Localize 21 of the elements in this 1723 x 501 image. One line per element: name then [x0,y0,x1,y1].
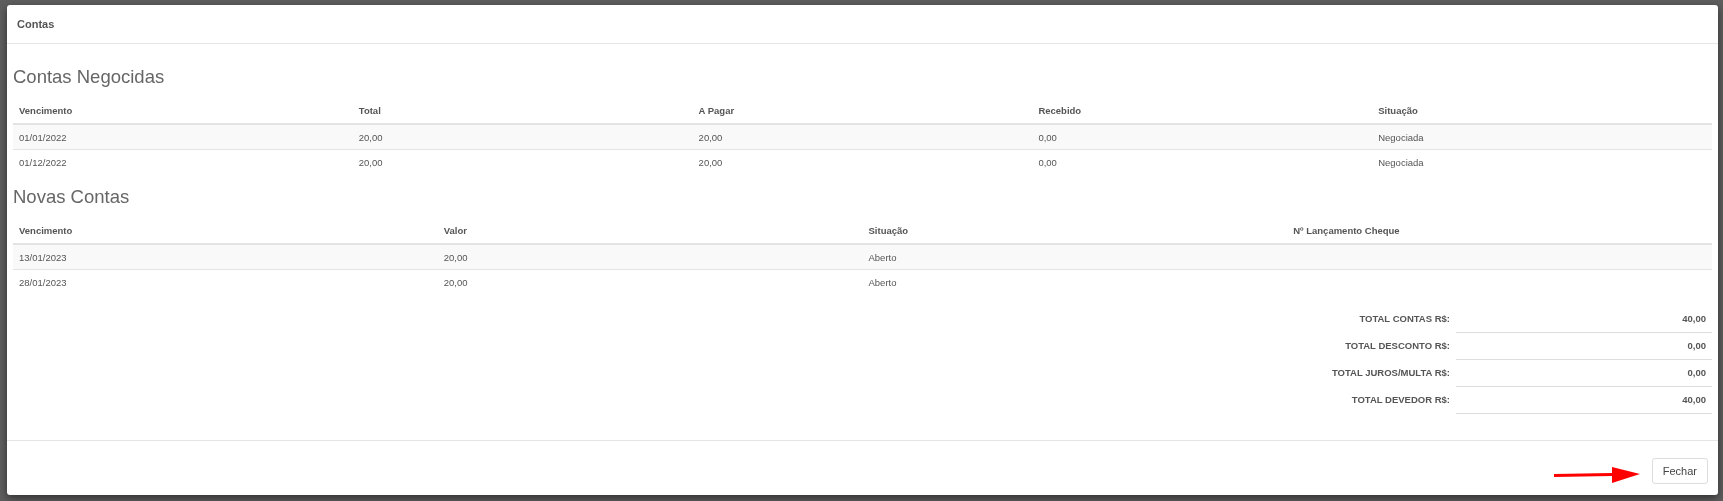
table-cell: 13/01/2023 [13,244,438,270]
close-button[interactable]: Fechar [1651,458,1708,484]
total-value: 0,00 [1456,360,1712,387]
table-cell: 01/01/2022 [13,124,353,150]
total-value: 0,00 [1456,333,1712,360]
total-value: 40,00 [1456,306,1712,333]
total-label: TOTAL CONTAS R$: [1358,312,1451,326]
total-label: TOTAL DEVEDOR R$: [1350,393,1451,407]
total-label: TOTAL DESCONTO R$: [1344,339,1451,353]
modal-title: Contas [17,18,55,30]
table-cell: 20,00 [437,244,863,270]
table-cell: 20,00 [352,124,693,150]
section-heading: Novas Contas [13,186,131,208]
arrow-icon [1554,465,1640,485]
table-cell: 0,00 [1032,124,1373,150]
total-label: TOTAL JUROS/MULTA R$: [1330,366,1451,380]
table-cell: Aberto [862,244,1288,270]
total-value: 40,00 [1456,387,1712,414]
table-cell: Negociada [1372,124,1712,150]
section-heading: Contas Negocidas [13,66,166,88]
table-cell: 20,00 [692,124,1033,150]
